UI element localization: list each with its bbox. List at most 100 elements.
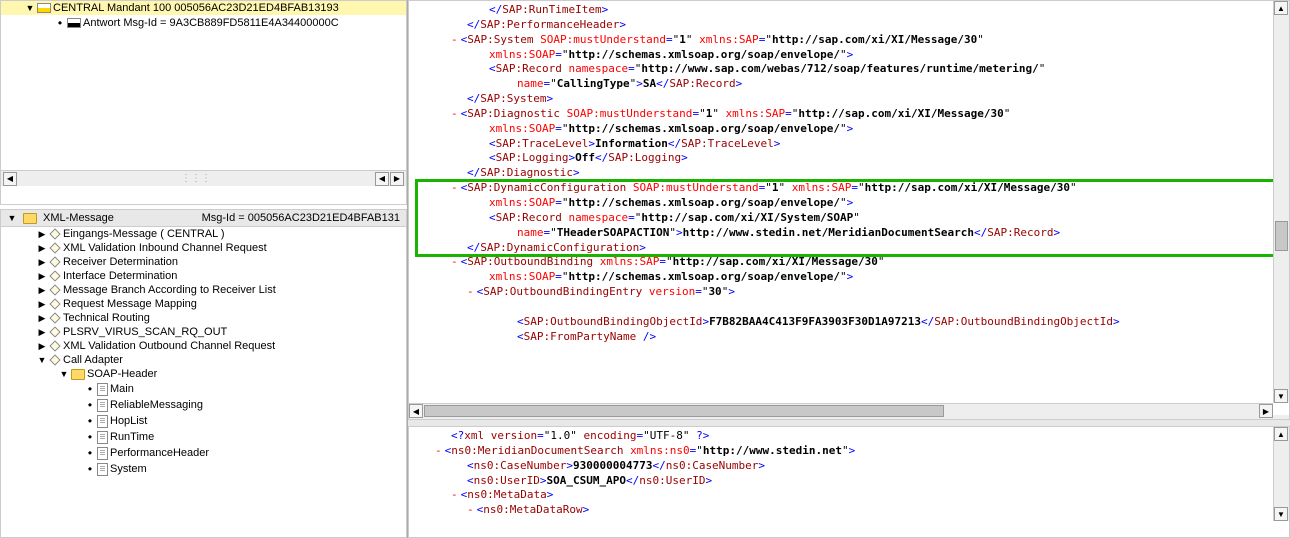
tree-item[interactable]: RunTime [1,429,406,445]
expand-icon[interactable] [37,257,47,268]
xml-message-tree: XML-Message Msg-Id = 005056AC23D21ED4BFA… [0,209,407,538]
xml-line[interactable]: <SAP:Logging>Off</SAP:Logging> [419,151,1283,166]
collapse-toggle-icon[interactable]: - [451,255,458,268]
scroll-down-bot-icon[interactable]: ▼ [1274,507,1288,521]
collapse-toggle-icon[interactable]: - [451,107,458,120]
tree-item[interactable]: XML Validation Inbound Channel Request [1,241,406,255]
diamond-icon [49,298,60,309]
tree-item-label: PerformanceHeader [110,447,209,459]
scroll-left2-icon[interactable]: ◀ [375,172,389,186]
xml-line[interactable]: -<ns0:MetaData> [419,488,1283,503]
document-icon [97,463,108,476]
xml-line[interactable]: xmlns:SOAP="http://schemas.xmlsoap.org/s… [419,270,1283,285]
scroll-down-icon[interactable]: ▼ [1274,389,1288,403]
xml-line[interactable]: -<SAP:OutboundBindingEntry version="30"> [419,285,1283,300]
collapse-toggle-icon[interactable]: - [451,181,458,194]
xml-line[interactable]: <SAP:Record namespace="http://www.sap.co… [419,62,1283,77]
collapse-icon[interactable] [37,355,47,365]
xml-line[interactable]: -<SAP:Diagnostic SOAP:mustUnderstand="1"… [419,107,1283,122]
tree-item[interactable]: SOAP-Header [1,367,406,381]
tree-item[interactable]: System [1,461,406,477]
xml-line[interactable]: </SAP:DynamicConfiguration> [419,241,1283,256]
scrollbar-horizontal-xml[interactable]: ◀ ▶ [409,403,1273,419]
collapse-toggle-icon[interactable]: - [451,33,458,46]
flag-bw-icon [67,18,81,28]
collapse-toggle-icon[interactable]: - [467,285,474,298]
xml-line[interactable]: -<ns0:MeridianDocumentSearch xmlns:ns0="… [419,444,1283,459]
diamond-icon [49,354,60,365]
collapse-icon[interactable] [59,369,69,379]
expand-icon[interactable] [37,313,47,324]
tree-item[interactable]: Eingangs-Message ( CENTRAL ) [1,227,406,241]
xml-line[interactable]: -<ns0:MetaDataRow> [419,503,1283,518]
xml-line[interactable]: xmlns:SOAP="http://schemas.xmlsoap.org/s… [419,48,1283,63]
xml-line[interactable]: <?xml version="1.0" encoding="UTF-8" ?> [419,429,1283,444]
xml-line[interactable]: -<SAP:System SOAP:mustUnderstand="1" xml… [419,33,1283,48]
tree-item[interactable]: Call Adapter [1,353,406,367]
document-icon [97,399,108,412]
xml-line[interactable]: name="CallingType">SA</SAP:Record> [419,77,1283,92]
xml-line[interactable]: name="THeaderSOAPACTION">http://www.sted… [419,226,1283,241]
tree-item[interactable]: Receiver Determination [1,255,406,269]
tree-item[interactable]: XML Validation Outbound Channel Request [1,339,406,353]
xml-line[interactable]: <SAP:TraceLevel>Information</SAP:TraceLe… [419,137,1283,152]
expand-icon[interactable] [37,229,47,240]
leaf-bullet-icon [85,382,95,396]
leaf-bullet-icon [85,446,95,460]
xml-line[interactable] [419,300,1283,315]
tree-header[interactable]: XML-Message Msg-Id = 005056AC23D21ED4BFA… [1,210,406,227]
tree-item-label: Antwort Msg-Id = 9A3CB889FD5811E4A344000… [83,17,339,29]
xml-line[interactable]: <ns0:CaseNumber>930000004773</ns0:CaseNu… [419,459,1283,474]
xml-line[interactable]: </SAP:RunTimeItem> [419,3,1283,18]
tree-item[interactable]: CENTRAL Mandant 100 005056AC23D21ED4BFAB… [1,1,406,15]
tree-item[interactable]: Antwort Msg-Id = 9A3CB889FD5811E4A344000… [1,15,406,31]
folder-icon [71,369,85,380]
tree-item[interactable]: PerformanceHeader [1,445,406,461]
tree-item-label: CENTRAL Mandant 100 005056AC23D21ED4BFAB… [53,2,339,14]
xml-line[interactable]: <ns0:UserID>SOA_CSUM_APO</ns0:UserID> [419,474,1283,489]
tree-item[interactable]: Request Message Mapping [1,297,406,311]
scroll-up-bot-icon[interactable]: ▲ [1274,427,1288,441]
scrollbar-vertical[interactable]: ▲ ▼ [1273,1,1289,403]
expand-toggle-icon[interactable] [7,213,17,223]
tree-item[interactable]: Main [1,381,406,397]
tree-item[interactable]: ReliableMessaging [1,397,406,413]
scroll-left-icon[interactable]: ◀ [3,172,17,186]
scroll-right-icon[interactable]: ▶ [390,172,404,186]
xml-line[interactable]: <SAP:OutboundBindingObjectId>F7B82BAA4C4… [419,315,1283,330]
tree-item-label: Technical Routing [63,312,150,324]
tree-item[interactable]: PLSRV_VIRUS_SCAN_RQ_OUT [1,325,406,339]
expand-icon[interactable] [37,327,47,338]
expand-icon[interactable] [37,285,47,296]
tree-item-label: XML Validation Outbound Channel Request [63,340,275,352]
xml-line[interactable]: </SAP:System> [419,92,1283,107]
collapse-toggle-icon[interactable]: - [435,444,442,457]
collapse-toggle-icon[interactable]: - [451,488,458,501]
xml-line[interactable]: -<SAP:DynamicConfiguration SOAP:mustUnde… [419,181,1283,196]
scrollbar-vertical-bot[interactable]: ▲ ▼ [1273,427,1289,521]
expand-icon[interactable] [37,271,47,282]
xml-line[interactable]: </SAP:PerformanceHeader> [419,18,1283,33]
xml-line[interactable]: <SAP:Record namespace="http://sap.com/xi… [419,211,1283,226]
xml-line[interactable]: xmlns:SOAP="http://schemas.xmlsoap.org/s… [419,122,1283,137]
xml-line[interactable]: -<SAP:OutboundBinding xmlns:SAP="http://… [419,255,1283,270]
tree-item[interactable]: Message Branch According to Receiver Lis… [1,283,406,297]
expand-icon[interactable] [37,299,47,310]
splitter-handle[interactable]: ⋮⋮⋮ [17,173,375,184]
scroll-left-xml-icon[interactable]: ◀ [409,404,423,418]
document-icon [97,431,108,444]
xml-line[interactable]: </SAP:Diagnostic> [419,166,1283,181]
tree-item[interactable]: HopList [1,413,406,429]
scrollbar-horizontal[interactable]: ◀ ⋮⋮⋮ ◀▶ [1,170,406,186]
collapse-toggle-icon[interactable]: - [467,503,474,516]
scroll-right-xml-icon[interactable]: ▶ [1259,404,1273,418]
expand-icon[interactable] [37,341,47,352]
tree-item[interactable]: Interface Determination [1,269,406,283]
scroll-up-icon[interactable]: ▲ [1274,1,1288,15]
tree-item-label: Message Branch According to Receiver Lis… [63,284,276,296]
xml-line[interactable]: xmlns:SOAP="http://schemas.xmlsoap.org/s… [419,196,1283,211]
expand-icon[interactable] [37,243,47,254]
collapse-icon[interactable] [25,3,35,13]
xml-line[interactable]: <SAP:FromPartyName /> [419,330,1283,345]
tree-item[interactable]: Technical Routing [1,311,406,325]
